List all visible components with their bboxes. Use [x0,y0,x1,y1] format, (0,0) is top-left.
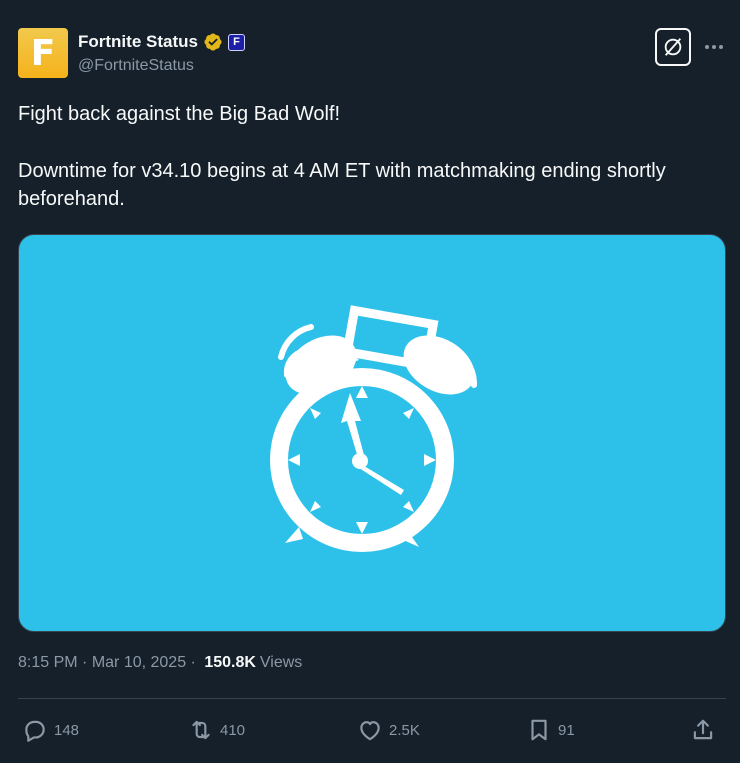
bookmark-button[interactable]: 91 [526,712,575,748]
tweet-meta: 8:15 PM · Mar 10, 2025 · 150.8K Views [18,654,302,672]
divider [18,698,726,699]
bookmark-icon [531,719,547,741]
tweet-text-line-2: Downtime for v34.10 begins at 4 AM ET wi… [18,160,666,210]
action-bar: 148 410 2.5K 91 [18,712,726,748]
heart-icon [360,721,380,741]
reply-button[interactable]: 148 [22,712,79,748]
alarm-clock-icon [270,305,478,552]
display-name[interactable]: Fortnite Status [78,32,198,52]
tweet: F Fortnite Status F @FortniteStatus Figh… [0,0,740,763]
verified-badge-icon[interactable] [203,32,223,52]
tweet-text: Fight back against the Big Bad Wolf! Dow… [18,100,718,213]
handle[interactable]: @FortniteStatus [78,57,194,75]
tweet-time[interactable]: 8:15 PM [18,654,78,672]
reply-icon [25,720,45,742]
grok-slash-circle-icon [664,38,682,56]
more-horizontal-icon [705,45,709,49]
bookmark-count: 91 [558,721,575,739]
media-image[interactable] [18,234,726,632]
avatar-letter: F [30,32,56,74]
avatar[interactable]: F [18,28,68,78]
views-label: Views [259,654,303,671]
grok-button[interactable] [655,28,691,66]
views-count[interactable]: 150.8K [204,654,256,672]
author-name-row: Fortnite Status F [78,31,245,53]
tweet-date[interactable]: Mar 10, 2025 [92,654,186,672]
share-icon [693,719,713,740]
more-button[interactable] [700,35,728,59]
tweet-text-line-1: Fight back against the Big Bad Wolf! [18,103,341,125]
like-count: 2.5K [389,721,420,739]
affiliate-badge[interactable]: F [227,33,245,51]
meta-separator: · [77,654,92,671]
reply-count: 148 [54,721,80,739]
repost-button[interactable]: 410 [188,712,245,748]
like-button[interactable]: 2.5K [357,712,420,748]
meta-separator: · [186,654,201,671]
repost-icon [192,720,210,740]
repost-count: 410 [220,721,246,739]
share-button[interactable] [690,712,716,748]
